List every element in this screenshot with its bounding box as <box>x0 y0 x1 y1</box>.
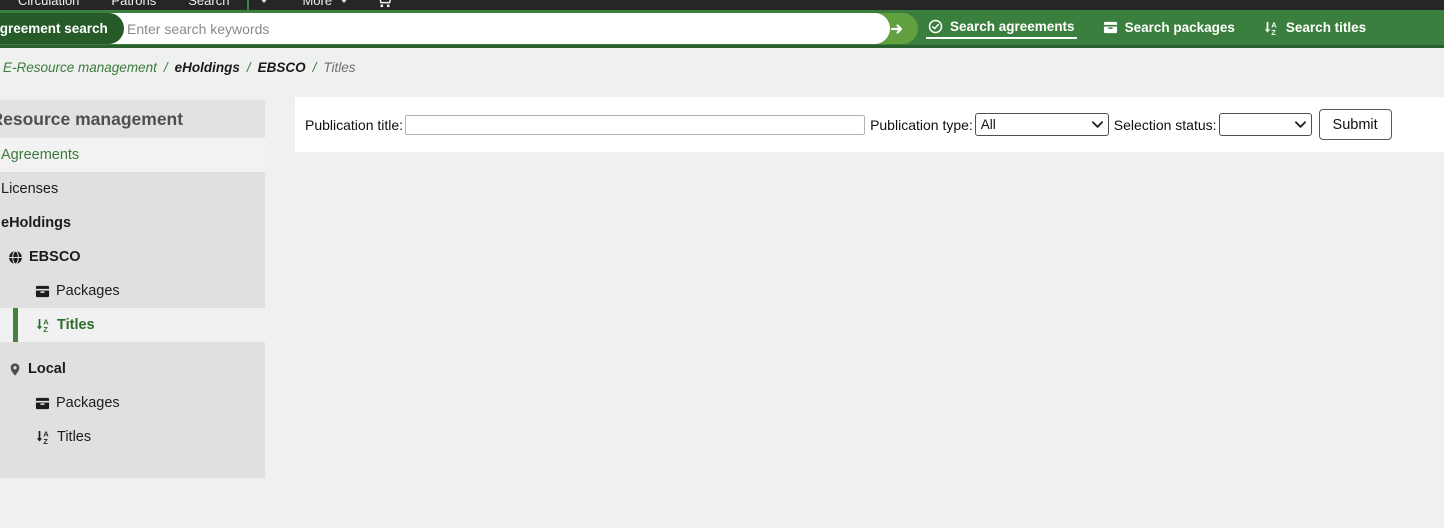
svg-text:Z: Z <box>43 437 48 445</box>
breadcrumb-eholdings[interactable]: eHoldings <box>175 60 240 75</box>
sidebar-item-label: Licenses <box>1 181 58 197</box>
arrow-right-icon <box>889 21 905 37</box>
submit-button[interactable]: Submit <box>1319 109 1392 140</box>
breadcrumb-separator: / <box>247 60 251 75</box>
publication-type-select[interactable]: All <box>975 113 1109 136</box>
selection-status-label: Selection status: <box>1114 117 1217 133</box>
nav-more-label: More <box>302 0 332 8</box>
archive-box-icon <box>1103 20 1118 35</box>
top-nav-bar: Circulation Patrons Search More <box>0 0 1444 10</box>
globe-icon <box>8 250 23 265</box>
breadcrumb: E-Resource management / eHoldings / EBSCO / Ti… <box>0 48 1444 97</box>
breadcrumb-ebsco[interactable]: EBSCO <box>258 60 306 75</box>
nav-item-search[interactable]: Search <box>188 0 229 8</box>
link-search-titles[interactable]: AZ Search titles <box>1261 17 1368 39</box>
sidebar-title-label: E-Resource management <box>0 109 183 130</box>
nav-divider <box>247 0 249 10</box>
sidebar-item-label: Packages <box>56 395 120 411</box>
breadcrumb-separator: / <box>164 60 168 75</box>
link-search-packages[interactable]: Search packages <box>1101 17 1237 38</box>
sidebar-item-licenses[interactable]: Licenses <box>0 172 265 206</box>
cart-icon[interactable] <box>376 0 393 9</box>
sidebar-item-local-packages[interactable]: Packages <box>0 386 265 420</box>
titles-filter-card: Publication title: Publication type: All… <box>295 97 1444 152</box>
link-label: Search packages <box>1125 20 1235 35</box>
sidebar-spacer <box>0 342 265 352</box>
sidebar-item-label: Packages <box>56 283 120 299</box>
sort-alpha-down-icon: AZ <box>1263 20 1279 36</box>
sidebar-item-label: Titles <box>57 429 91 445</box>
sidebar-item-eholdings[interactable]: eHoldings <box>0 206 265 240</box>
sort-alpha-down-icon: AZ <box>35 429 51 445</box>
sidebar-bottom-padding <box>0 454 265 478</box>
archive-box-icon <box>35 396 50 411</box>
breadcrumb-erm-link[interactable]: E-Resource management <box>3 60 157 75</box>
sidebar-item-label: Agreements <box>1 147 79 163</box>
titles-search-form: Publication title: Publication type: All… <box>295 97 1444 152</box>
svg-text:Z: Z <box>43 325 48 333</box>
breadcrumb-separator: / <box>313 60 317 75</box>
check-circle-icon <box>928 19 943 34</box>
chevron-down-icon[interactable] <box>260 0 268 3</box>
link-label: Search titles <box>1286 20 1366 35</box>
sidebar-item-label: Titles <box>57 317 95 333</box>
sidebar-item-agreements[interactable]: Agreements <box>0 138 265 172</box>
nav-item-patrons[interactable]: Patrons <box>111 0 156 8</box>
nav-item-circulation[interactable]: Circulation <box>18 0 79 8</box>
sidebar-item-label: EBSCO <box>29 249 81 265</box>
svg-text:Z: Z <box>1271 28 1276 36</box>
search-bar: Agreement search Search agreements Searc… <box>0 10 1444 48</box>
link-search-agreements[interactable]: Search agreements <box>926 16 1077 39</box>
link-label: Search agreements <box>950 19 1075 34</box>
sidebar-item-ebsco[interactable]: EBSCO <box>0 240 265 274</box>
breadcrumb-current-titles: Titles <box>323 60 355 75</box>
chevron-down-icon <box>340 0 348 3</box>
sidebar-title: E-Resource management <box>0 100 265 138</box>
publication-title-label: Publication title: <box>305 117 403 133</box>
nav-item-more[interactable]: More <box>302 0 348 8</box>
search-input[interactable] <box>95 13 890 44</box>
erm-sidebar-menu: E-Resource management Agreements License… <box>0 100 265 478</box>
sidebar-item-ebsco-packages[interactable]: Packages <box>0 274 265 308</box>
sidebar-item-local[interactable]: Local <box>0 352 265 386</box>
selection-status-select[interactable] <box>1219 113 1312 136</box>
sidebar-item-label: Local <box>28 361 66 377</box>
map-pin-icon <box>8 362 22 377</box>
publication-type-label: Publication type: <box>870 117 973 133</box>
archive-box-icon <box>35 284 50 299</box>
search-scope-label: Agreement search <box>0 21 108 36</box>
sidebar-item-ebsco-titles[interactable]: AZ Titles <box>13 308 265 342</box>
search-scope-button[interactable]: Agreement search <box>0 13 124 44</box>
sidebar-item-label: eHoldings <box>1 215 71 231</box>
page-body: E-Resource management Agreements License… <box>0 97 1444 528</box>
publication-title-input[interactable] <box>405 115 865 135</box>
sidebar-item-local-titles[interactable]: AZ Titles <box>0 420 265 454</box>
sort-alpha-down-icon: AZ <box>35 317 51 333</box>
